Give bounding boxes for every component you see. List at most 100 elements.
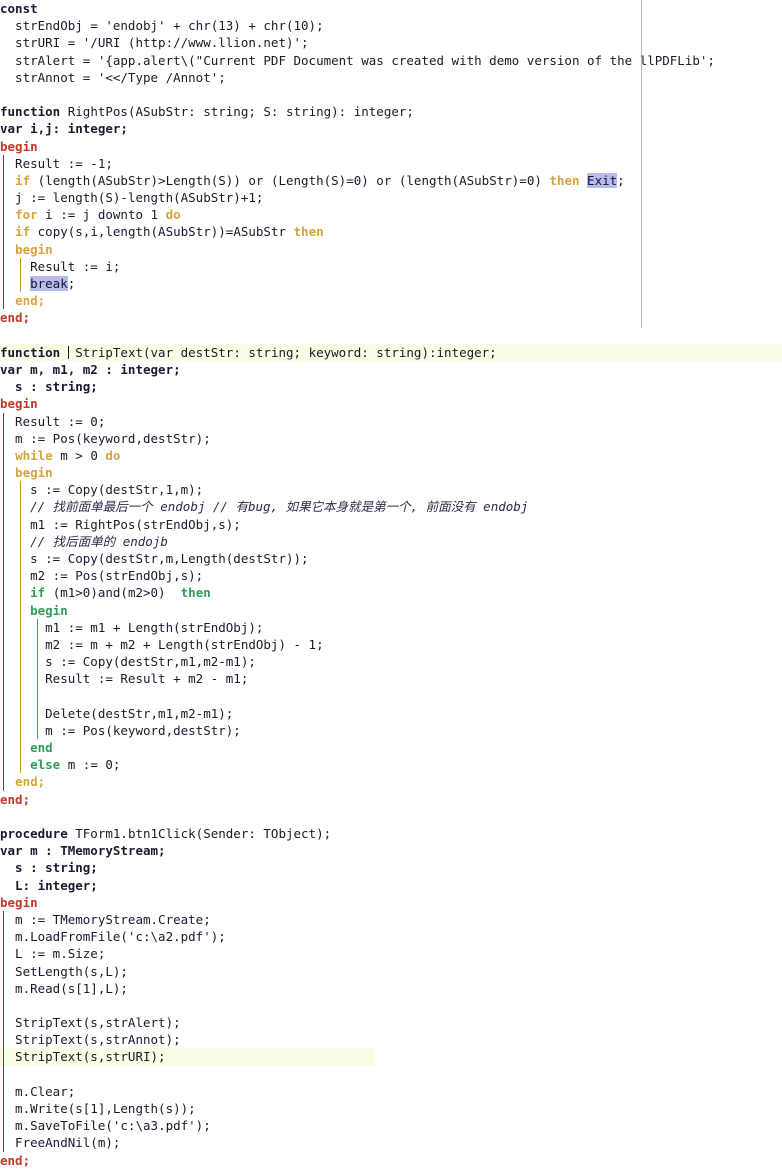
code-line[interactable]: m2 := Pos(strEndObj,s); bbox=[0, 567, 782, 585]
code-listing[interactable]: const strEndObj = 'endobj' + chr(13) + c… bbox=[0, 0, 782, 1168]
code-line[interactable]: Result := 0; bbox=[0, 412, 782, 430]
code-line[interactable]: m.Write(s[1],Length(s)); bbox=[0, 1100, 782, 1118]
code-line[interactable]: if (length(ASubStr)>Length(S)) or (Lengt… bbox=[0, 171, 782, 190]
code-line[interactable]: SetLength(s,L); bbox=[0, 962, 782, 980]
code-keyword: then bbox=[293, 224, 324, 240]
code-line[interactable] bbox=[0, 1065, 782, 1083]
code-line[interactable]: s := Copy(destStr,1,m); bbox=[0, 481, 782, 499]
code-line[interactable]: m1 := RightPos(strEndObj,s); bbox=[0, 515, 782, 533]
code-line[interactable]: m.Read(s[1],L); bbox=[0, 979, 782, 997]
code-keyword: begin bbox=[15, 241, 53, 257]
code-keyword: end; bbox=[0, 791, 31, 807]
code-text: StripText(s,strURI); bbox=[0, 1049, 166, 1065]
code-line[interactable]: m.LoadFromFile('c:\a2.pdf'); bbox=[0, 928, 782, 946]
code-line-current[interactable]: function StripText(var destStr: string; … bbox=[0, 343, 782, 361]
code-line[interactable]: // 找前面单最后一个 endobj // 有bug, 如果它本身就是第一个, … bbox=[0, 498, 782, 516]
code-line[interactable]: break; bbox=[0, 275, 782, 293]
code-line-highlighted[interactable]: StripText(s,strURI); bbox=[0, 1048, 375, 1066]
code-text: strEndObj = 'endobj' + chr(13) + chr(10)… bbox=[0, 18, 324, 34]
code-line[interactable]: begin bbox=[0, 240, 782, 258]
code-keyword: end; bbox=[15, 293, 46, 309]
code-keyword: end; bbox=[15, 774, 46, 790]
code-line[interactable]: end; bbox=[0, 292, 782, 310]
code-line[interactable]: m1 := m1 + Length(strEndObj); bbox=[0, 618, 782, 636]
code-line[interactable]: s : string; bbox=[0, 859, 782, 876]
indent-guide bbox=[20, 687, 21, 705]
code-line[interactable]: if copy(s,i,length(ASubStr))=ASubStr the… bbox=[0, 223, 782, 241]
code-line[interactable]: var i,j: integer; bbox=[0, 120, 782, 137]
code-line[interactable]: L: integer; bbox=[0, 877, 782, 894]
code-line[interactable]: s : string; bbox=[0, 378, 782, 395]
code-line[interactable]: begin bbox=[0, 138, 782, 155]
code-line[interactable]: s := Copy(destStr,m,Length(destStr)); bbox=[0, 550, 782, 568]
code-line[interactable]: Result := i; bbox=[0, 257, 782, 275]
code-line[interactable]: begin bbox=[0, 601, 782, 619]
code-line[interactable]: var m : TMemoryStream; bbox=[0, 842, 782, 859]
code-line[interactable]: if (m1>0)and(m2>0) then bbox=[0, 584, 782, 602]
code-keyword: begin bbox=[0, 396, 38, 412]
code-text: StripText(var destStr: string; keyword: … bbox=[67, 344, 497, 360]
code-line[interactable]: procedure TForm1.btn1Click(Sender: TObje… bbox=[0, 825, 782, 842]
code-line[interactable]: m := Pos(keyword,destStr); bbox=[0, 429, 782, 447]
code-text: s := Copy(destStr,m,Length(destStr)); bbox=[0, 551, 309, 566]
code-line[interactable]: begin bbox=[0, 395, 782, 412]
code-line[interactable]: FreeAndNil(m); bbox=[0, 1134, 782, 1152]
code-line[interactable]: m.SaveToFile('c:\a3.pdf'); bbox=[0, 1117, 782, 1135]
code-line[interactable]: m := TMemoryStream.Create; bbox=[0, 910, 782, 929]
code-line[interactable]: begin bbox=[0, 464, 782, 482]
code-keyword: function bbox=[0, 344, 61, 360]
code-keyword: then bbox=[549, 172, 580, 188]
code-comment: // 找后面单的 endojb bbox=[30, 533, 168, 549]
code-keyword: if bbox=[15, 224, 31, 240]
code-line[interactable]: s := Copy(destStr,m1,m2-m1); bbox=[0, 653, 782, 671]
code-text: SetLength(s,L); bbox=[0, 963, 128, 979]
code-keyword: then bbox=[180, 585, 211, 601]
code-keyword: else bbox=[30, 757, 61, 773]
code-text: Result := i; bbox=[0, 258, 121, 274]
code-line[interactable]: strURI = '/URI (http://www.llion.net)'; bbox=[0, 34, 782, 51]
code-line[interactable]: StripText(s,strAnnot); bbox=[0, 1031, 782, 1049]
code-line[interactable]: function RightPos(ASubStr: string; S: st… bbox=[0, 103, 782, 120]
code-text: var i,j: integer; bbox=[0, 121, 128, 137]
code-line[interactable]: end; bbox=[0, 1152, 782, 1169]
code-line[interactable]: // 找后面单的 endojb bbox=[0, 532, 782, 550]
indent-guide bbox=[37, 687, 38, 705]
code-line[interactable]: end; bbox=[0, 791, 782, 808]
code-line[interactable]: j := length(S)-length(ASubStr)+1; bbox=[0, 189, 782, 207]
code-line[interactable]: m := Pos(keyword,destStr); bbox=[0, 721, 782, 740]
code-line[interactable]: strAnnot = '<</Type /Annot'; bbox=[0, 69, 782, 86]
code-line[interactable]: Result := Result + m2 - m1; bbox=[0, 670, 782, 688]
code-line[interactable]: m.Clear; bbox=[0, 1082, 782, 1100]
code-line[interactable]: Delete(destStr,m1,m2-m1); bbox=[0, 704, 782, 722]
code-line[interactable]: end; bbox=[0, 773, 782, 791]
code-line[interactable]: else m := 0; bbox=[0, 756, 782, 774]
code-text: m.SaveToFile('c:\a3.pdf'); bbox=[0, 1118, 211, 1134]
code-keyword: procedure bbox=[0, 826, 68, 841]
indent-guide bbox=[3, 996, 4, 1015]
code-line[interactable]: L := m.Size; bbox=[0, 945, 782, 963]
code-keyword: begin bbox=[0, 894, 38, 910]
code-line[interactable] bbox=[0, 996, 782, 1015]
code-text: m.Write(s[1],Length(s)); bbox=[0, 1101, 196, 1116]
code-line[interactable]: begin bbox=[0, 894, 782, 911]
code-line[interactable]: while m > 0 do bbox=[0, 446, 782, 465]
code-text: var m, m1, m2 : integer; bbox=[0, 361, 181, 377]
code-text: (m1>0)and(m2>0) bbox=[45, 585, 181, 601]
code-text: Result := Result + m2 - m1; bbox=[0, 671, 249, 687]
code-line[interactable]: Result := -1; bbox=[0, 154, 782, 172]
code-keyword: end bbox=[30, 740, 53, 756]
code-line[interactable]: const bbox=[0, 0, 782, 17]
code-line[interactable]: strEndObj = 'endobj' + chr(13) + chr(10)… bbox=[0, 17, 782, 34]
code-line[interactable]: StripText(s,strAlert); bbox=[0, 1014, 782, 1032]
code-text: (length(ASubStr)>Length(S)) or (Length(S… bbox=[30, 172, 550, 188]
code-text: Result := 0; bbox=[0, 413, 106, 429]
code-line[interactable]: end bbox=[0, 739, 782, 757]
code-line[interactable] bbox=[0, 687, 782, 705]
code-line[interactable]: m2 := m + m2 + Length(strEndObj) - 1; bbox=[0, 635, 782, 654]
code-text: StripText(s,strAlert); bbox=[0, 1015, 181, 1031]
code-line[interactable]: end; bbox=[0, 309, 782, 326]
code-line[interactable]: for i := j downto 1 do bbox=[0, 206, 782, 224]
code-line[interactable]: var m, m1, m2 : integer; bbox=[0, 361, 782, 378]
code-line[interactable]: strAlert = '{app.alert\("Current PDF Doc… bbox=[0, 52, 782, 69]
